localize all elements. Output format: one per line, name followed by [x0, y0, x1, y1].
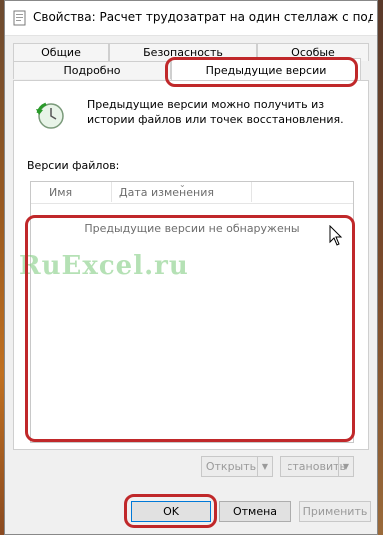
properties-dialog: Свойства: Расчет трудозатрат на один сте…	[4, 0, 378, 535]
list-header: Имя Дата изменения ⌄	[31, 180, 353, 204]
window-title: Свойства: Расчет трудозатрат на один сте…	[33, 10, 373, 24]
mouse-cursor-icon	[329, 225, 343, 246]
tab-general[interactable]: Общие	[13, 43, 109, 61]
title-bar[interactable]: Свойства: Расчет трудозатрат на один сте…	[5, 1, 377, 36]
file-versions-label: Версии файлов:	[27, 159, 120, 172]
column-name[interactable]: Имя	[49, 186, 72, 199]
description-text: Предыдущие версии можно получить из исто…	[87, 98, 344, 126]
restore-button[interactable]: Восстановить ▼	[280, 456, 354, 477]
open-button[interactable]: Открыть ▼	[201, 456, 273, 477]
versions-list[interactable]: Имя Дата изменения ⌄ Предыдущие версии н…	[30, 180, 354, 443]
column-separator[interactable]	[111, 182, 112, 202]
empty-list-message: Предыдущие версии не обнаружены	[84, 222, 300, 235]
tab-previous-versions[interactable]: Предыдущие версии	[171, 58, 361, 80]
document-icon	[13, 10, 26, 26]
dropdown-arrow-icon[interactable]: ▼	[257, 457, 272, 476]
restore-clock-icon	[36, 102, 64, 129]
open-button-label: Открыть	[205, 460, 257, 473]
sort-chevron-icon: ⌄	[179, 180, 186, 189]
tabs-row-2: Подробно Предыдущие версии	[13, 58, 369, 81]
dropdown-arrow-icon[interactable]: ▼	[338, 457, 353, 476]
column-separator[interactable]	[251, 182, 252, 202]
tab-details[interactable]: Подробно	[13, 61, 171, 79]
apply-button[interactable]: Применить	[299, 501, 371, 522]
ok-button[interactable]: OK	[131, 501, 211, 522]
column-date-modified[interactable]: Дата изменения	[119, 186, 214, 199]
watermark-logo: RuExcel.ru	[19, 251, 189, 281]
cancel-button[interactable]: Отмена	[219, 501, 291, 522]
